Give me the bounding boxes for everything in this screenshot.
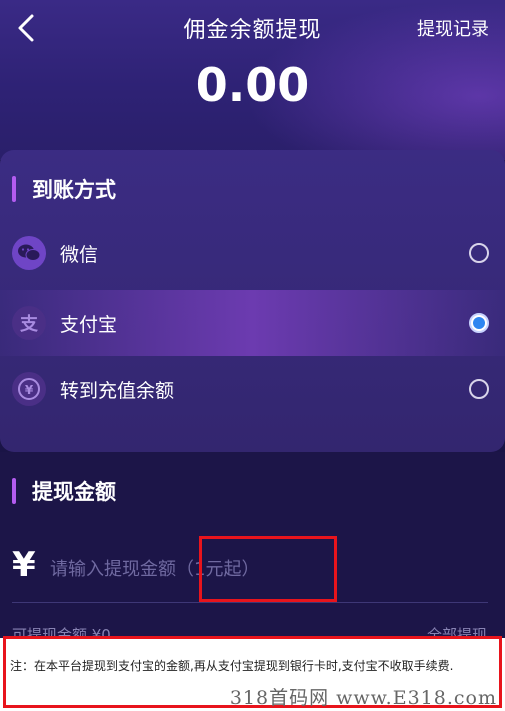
yen-refresh-icon: ¥ [12,372,46,406]
withdraw-record-link[interactable]: 提现记录 [417,15,489,41]
svg-text:¥: ¥ [25,383,34,397]
method-option-wechat[interactable]: 微信 [0,220,505,286]
balance-amount: 0.00 [195,58,310,112]
watermark: 318首码网 www.E318.com [229,687,497,709]
method-label-alipay: 支付宝 [60,313,118,336]
section-accent-bar [12,176,16,202]
payout-method-card: 到账方式 微信 支 支付宝 ¥ 转到充值余额 [0,150,505,452]
method-option-recharge-balance[interactable]: ¥ 转到充值余额 [0,356,505,422]
method-section-title: 到账方式 [12,174,116,204]
wechat-icon [12,236,46,270]
currency-symbol: ¥ [12,545,36,585]
method-label-recharge: 转到充值余额 [60,379,175,402]
section-accent-bar [12,478,16,504]
highlight-box-input [199,536,337,602]
alipay-icon: 支 [12,306,46,340]
amount-section-title: 提现金额 [12,476,116,506]
amount-section-label: 提现金额 [32,480,116,504]
radio-recharge[interactable] [469,379,489,399]
method-section-label: 到账方式 [32,178,116,202]
input-divider [12,602,488,603]
method-label-wechat: 微信 [60,243,99,266]
method-option-alipay[interactable]: 支 支付宝 [0,290,505,356]
radio-alipay[interactable] [469,313,489,333]
radio-wechat[interactable] [469,243,489,263]
